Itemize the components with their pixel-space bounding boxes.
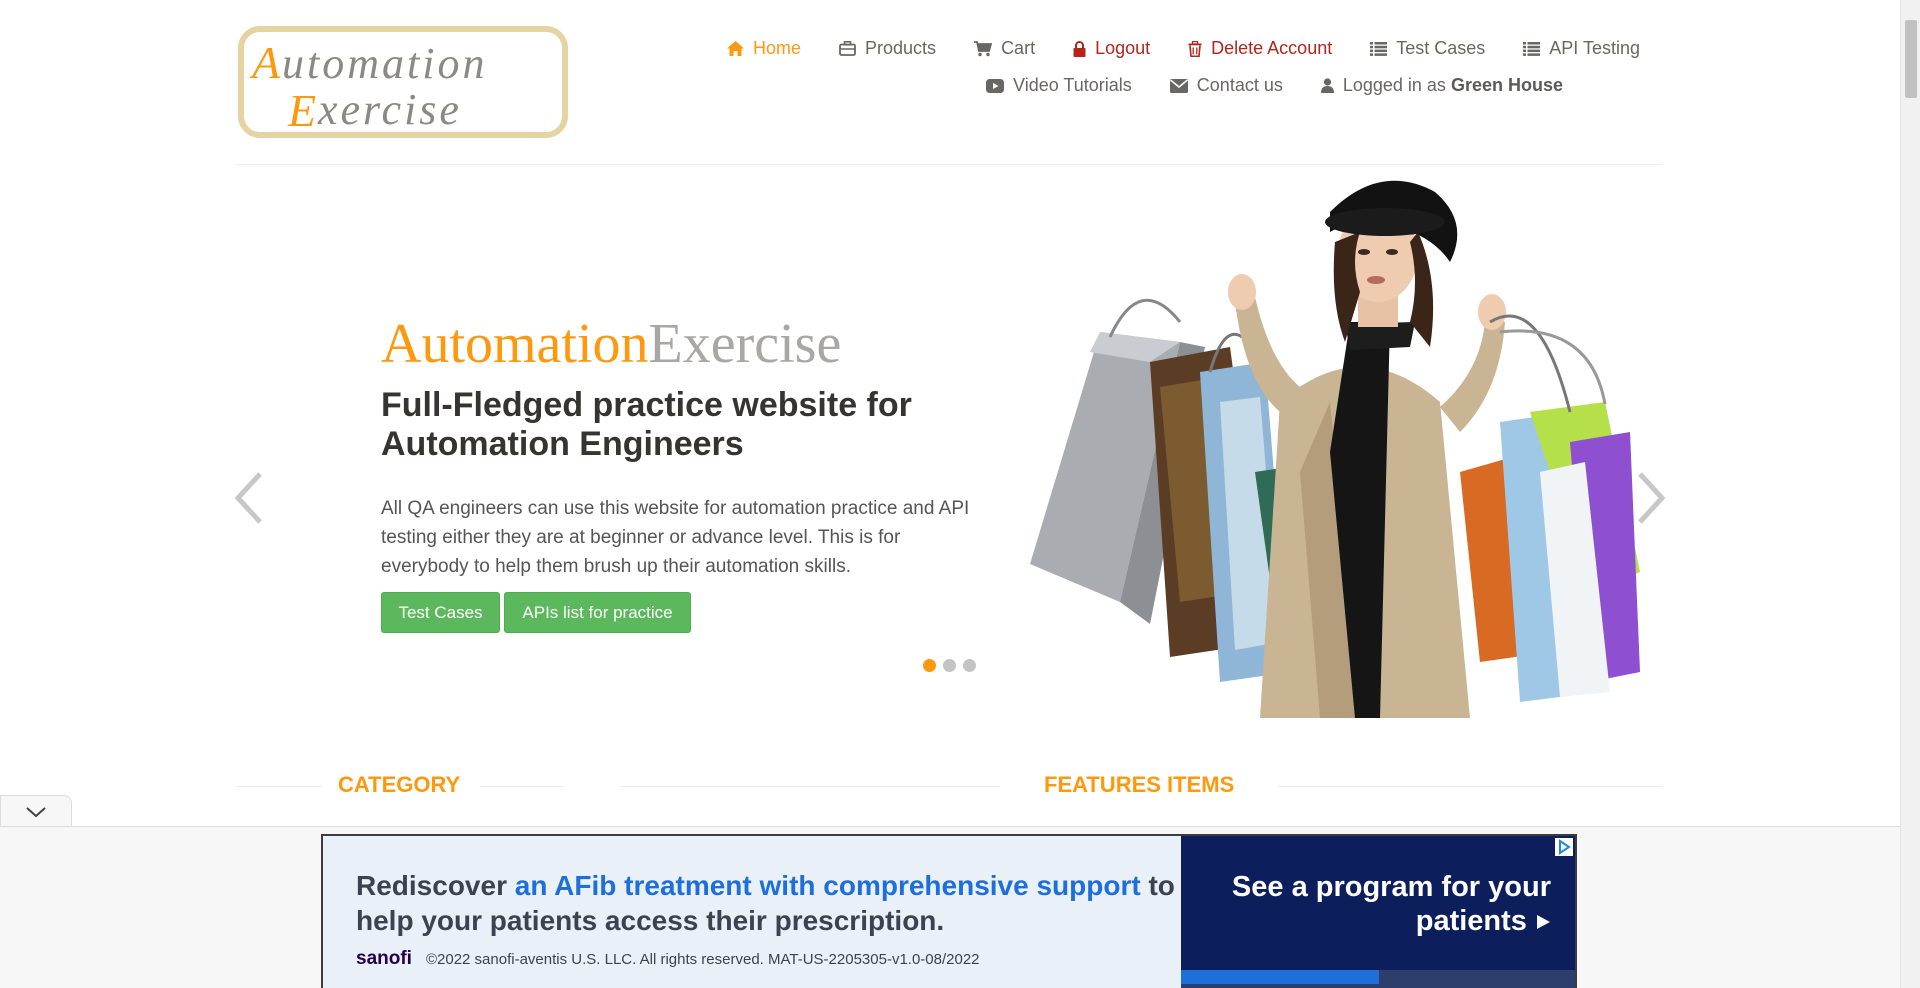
chevron-down-icon <box>26 807 46 818</box>
features-title-line-left <box>620 786 1000 787</box>
nav-delete-account[interactable]: Delete Account <box>1188 38 1332 59</box>
slider-dot-2[interactable] <box>943 659 956 672</box>
ad-progress-fill <box>1181 970 1379 984</box>
nav-contact-us[interactable]: Contact us <box>1169 75 1283 96</box>
nav-cart-label: Cart <box>1001 38 1036 58</box>
chevron-left-icon <box>234 472 262 524</box>
ad-headline: Rediscover an AFib treatment with compre… <box>356 868 1176 938</box>
adchoices-icon[interactable] <box>1555 838 1573 856</box>
main-nav: Home Products Cart Logout Delete Account… <box>689 38 1640 59</box>
nav-api-testing[interactable]: API Testing <box>1523 38 1640 59</box>
hero-shopping-woman-image <box>1030 180 1640 718</box>
products-icon <box>839 41 856 56</box>
hero-description: All QA engineers can use this website fo… <box>381 498 970 577</box>
hero-heading: Full-Fledged practice website for Automa… <box>381 386 912 463</box>
ad-cta-panel[interactable]: See a program for your patients <box>1181 836 1575 988</box>
nav-home-label: Home <box>753 38 802 58</box>
nav-test-cases-label: Test Cases <box>1396 38 1486 58</box>
ad-legal-text: ©2022 sanofi-aventis U.S. LLC. All right… <box>425 950 980 968</box>
nav-test-cases[interactable]: Test Cases <box>1370 38 1485 59</box>
nav-cart[interactable]: Cart <box>974 38 1035 59</box>
nav-delete-account-label: Delete Account <box>1211 38 1333 58</box>
logged-in-username: Green House <box>1450 75 1563 95</box>
ad-cta-text: See a program for your patients <box>1181 870 1551 938</box>
nav-api-testing-label: API Testing <box>1549 38 1640 58</box>
envelope-icon <box>1169 78 1188 93</box>
logo-line2: xercise <box>317 85 462 132</box>
nav-logout-label: Logout <box>1095 38 1151 58</box>
logged-in-prefix: Logged in as <box>1342 75 1446 95</box>
slider-dot-1[interactable] <box>923 659 936 672</box>
slider-dot-3[interactable] <box>963 659 976 672</box>
youtube-icon <box>986 78 1005 93</box>
play-arrow-icon <box>1537 915 1550 930</box>
page-scrollbar[interactable] <box>1900 0 1920 988</box>
nav-products-label: Products <box>865 38 937 58</box>
nav-contact-us-label: Contact us <box>1196 75 1283 95</box>
logged-in-text: Logged in as Green House <box>1343 75 1563 96</box>
slider-prev-arrow[interactable] <box>232 470 268 526</box>
nav-products[interactable]: Products <box>839 38 936 59</box>
category-title-line-left <box>236 786 322 787</box>
advertisement[interactable]: Rediscover an AFib treatment with compre… <box>321 834 1577 988</box>
trash-icon <box>1188 40 1202 57</box>
sanofi-logo: sanofi <box>356 948 412 969</box>
hero-brand-part1: Automation <box>381 313 649 375</box>
hero-brand-title: AutomationExercise <box>381 312 841 376</box>
list-icon <box>1370 41 1388 56</box>
nav-home[interactable]: Home <box>727 38 801 59</box>
ad-collapse-toggle[interactable] <box>0 795 72 827</box>
site-logo[interactable]: A utomation E xercise <box>238 26 568 138</box>
cart-icon <box>974 40 993 56</box>
header-divider <box>236 164 1662 165</box>
svg-text:E: E <box>287 85 316 132</box>
nav-video-tutorials-label: Video Tutorials <box>1013 75 1132 95</box>
category-title-line-right <box>480 786 564 787</box>
apis-list-button[interactable]: APIs list for practice <box>504 592 691 633</box>
slider-indicators <box>923 659 976 672</box>
svg-text:A: A <box>249 37 281 88</box>
features-title-line-right <box>1278 786 1662 787</box>
logo-line1: utomation <box>282 39 487 88</box>
ad-copy-part1: Rediscover <box>356 870 515 901</box>
category-title: CATEGORY <box>338 772 461 797</box>
logged-in-status: Logged in as Green House <box>1320 75 1563 96</box>
features-items-title: FEATURES ITEMS <box>1044 772 1235 797</box>
scrollbar-thumb[interactable] <box>1905 20 1917 98</box>
nav-logout[interactable]: Logout <box>1073 38 1150 59</box>
ad-message-panel: Rediscover an AFib treatment with compre… <box>323 836 1181 988</box>
nav-video-tutorials[interactable]: Video Tutorials <box>986 75 1132 96</box>
lock-icon <box>1073 40 1086 57</box>
test-cases-button[interactable]: Test Cases <box>381 592 500 633</box>
ad-legal-line: sanofi ©2022 sanofi-aventis U.S. LLC. Al… <box>356 948 980 970</box>
home-icon <box>727 41 744 56</box>
user-icon <box>1320 78 1334 93</box>
hero-brand-part2: Exercise <box>648 313 842 375</box>
ad-progress-bar <box>1181 970 1575 988</box>
secondary-nav: Video Tutorials Contact us Logged in as … <box>948 75 1563 96</box>
ad-copy-highlight: an AFib treatment with comprehensive sup… <box>514 870 1141 901</box>
list-icon <box>1523 41 1541 56</box>
ad-cta-label: See a program for your patients <box>1231 871 1551 937</box>
